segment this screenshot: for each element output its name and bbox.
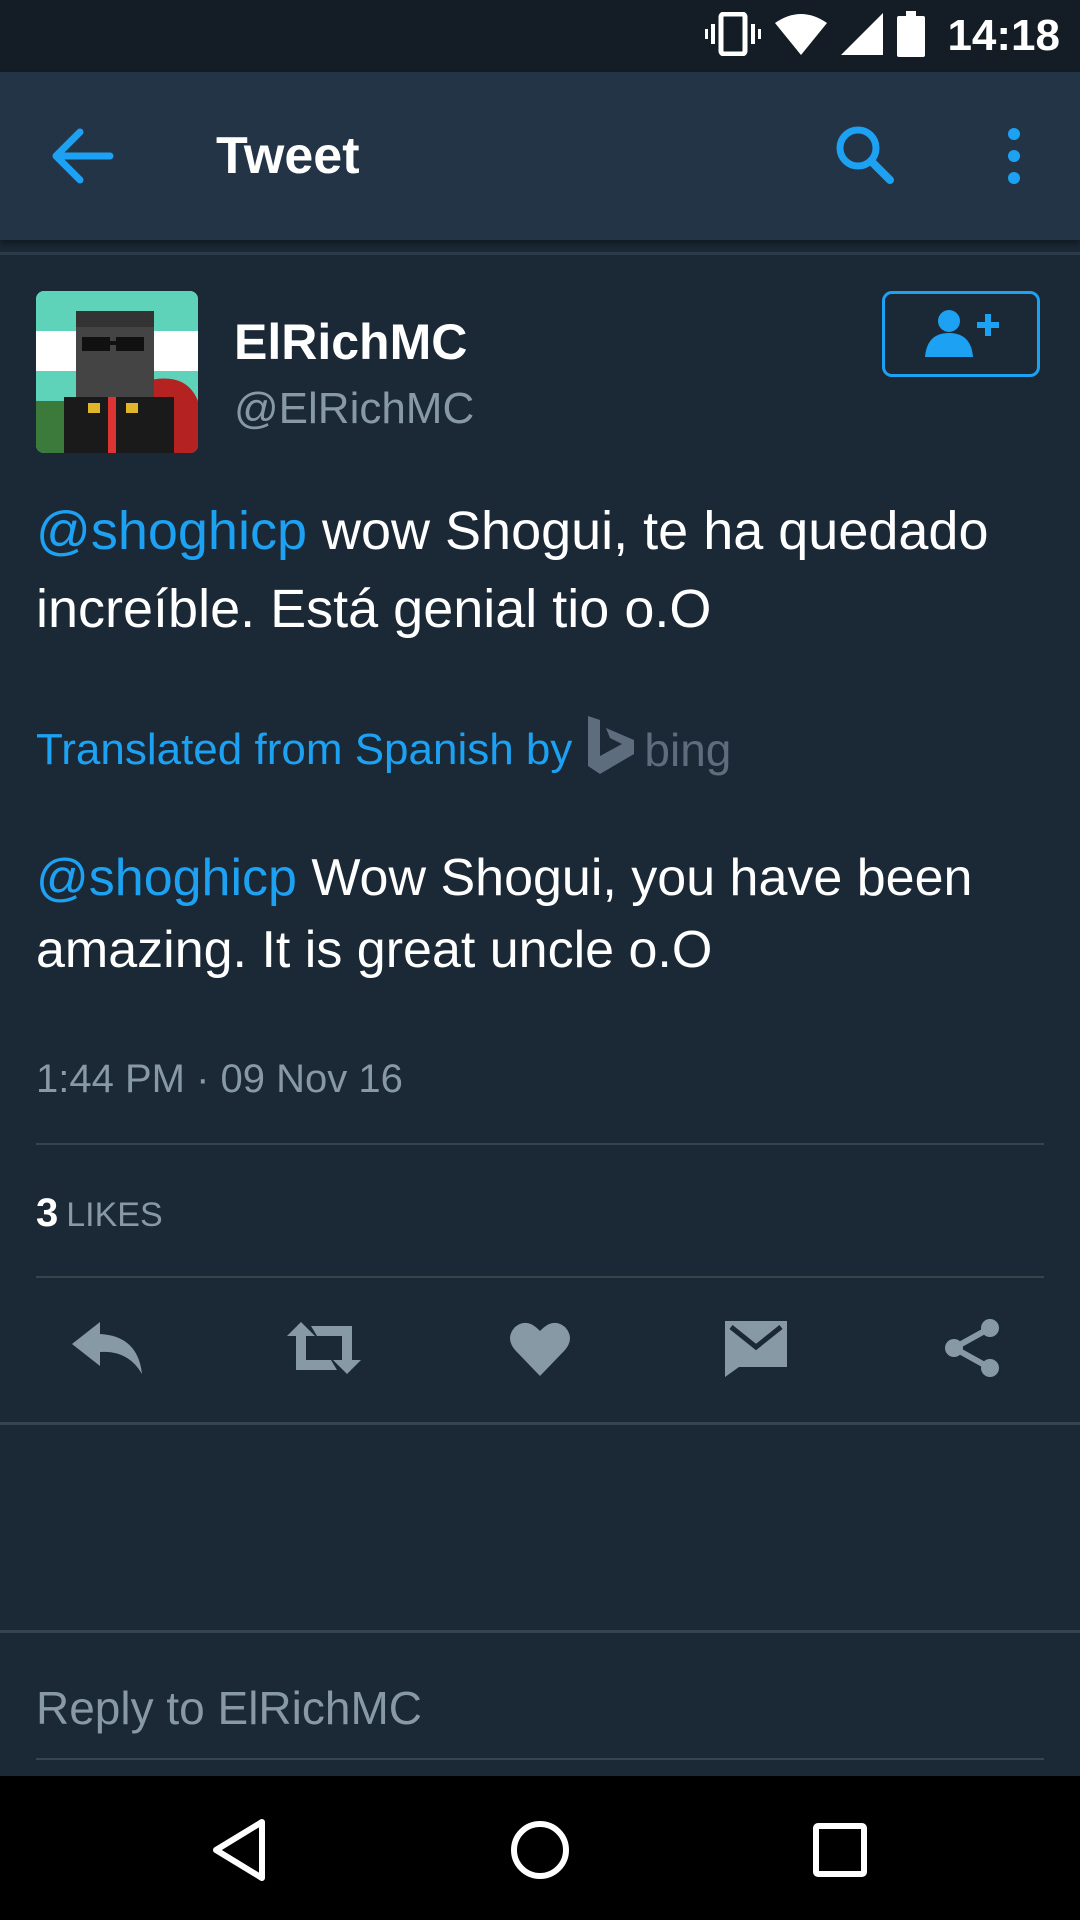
likes-label: LIKES (66, 1196, 163, 1234)
nav-recents-button[interactable] (800, 1812, 880, 1892)
signal-icon (841, 12, 884, 60)
nav-home-button[interactable] (500, 1812, 580, 1892)
follow-user-icon (921, 307, 1001, 362)
direct-message-button[interactable] (716, 1318, 796, 1382)
translation-attribution[interactable]: Translated from Spanish by bing (36, 715, 732, 785)
back-arrow-icon (48, 128, 118, 192)
share-button[interactable] (932, 1318, 1012, 1382)
more-options-button[interactable] (990, 124, 1038, 188)
share-icon (942, 1318, 1002, 1383)
mention-link[interactable]: @shoghicp (36, 501, 307, 561)
nav-back-button[interactable] (200, 1812, 280, 1892)
nav-recents-icon (812, 1822, 868, 1883)
divider (0, 1422, 1080, 1425)
battery-icon (897, 10, 926, 62)
vibrate-icon (705, 11, 762, 61)
action-bar (0, 1310, 1080, 1390)
status-bar: 14:18 (0, 0, 1080, 72)
divider (36, 1758, 1044, 1760)
direct-message-icon (725, 1319, 787, 1382)
page-title: Tweet (216, 127, 360, 185)
user-handle[interactable]: @ElRichMC (234, 382, 474, 436)
display-name[interactable]: ElRichMC (234, 312, 467, 372)
divider (36, 1143, 1044, 1145)
search-button[interactable] (830, 120, 902, 192)
timestamp: 1:44 PM · 09 Nov 16 (36, 1057, 403, 1101)
divider (0, 252, 1080, 255)
divider (36, 1276, 1044, 1278)
avatar[interactable] (36, 291, 198, 453)
likes-stat[interactable]: 3 LIKES (36, 1188, 163, 1247)
likes-count: 3 (36, 1191, 59, 1235)
reply-button[interactable] (68, 1318, 148, 1382)
reply-input[interactable]: Reply to ElRichMC (36, 1680, 422, 1736)
translated-label: Translated from Spanish by (36, 725, 573, 774)
back-button[interactable] (48, 124, 118, 188)
follow-button[interactable] (882, 291, 1040, 377)
search-icon (830, 126, 902, 196)
divider (0, 1630, 1080, 1633)
retweet-icon (283, 1320, 365, 1381)
retweet-button[interactable] (284, 1318, 364, 1382)
status-icons: 14:18 (705, 0, 1060, 72)
bing-text: bing (644, 724, 732, 776)
tweet-text: @shoghicp wow Shogui, te ha quedado incr… (36, 492, 1036, 648)
translated-text: @shoghicp Wow Shogui, you have been amaz… (36, 842, 1036, 986)
like-button[interactable] (500, 1318, 580, 1382)
status-time: 14:18 (947, 11, 1060, 60)
nav-home-icon (508, 1818, 572, 1887)
bing-logo: bing (588, 715, 732, 785)
wifi-icon (775, 13, 828, 60)
translation-mention-link[interactable]: @shoghicp (36, 849, 297, 907)
nav-back-icon (210, 1818, 270, 1887)
app-bar: Tweet (0, 72, 1080, 240)
navigation-bar (0, 1776, 1080, 1920)
like-icon (509, 1320, 571, 1381)
more-vert-icon (990, 128, 1038, 192)
reply-icon (72, 1321, 144, 1379)
bing-icon (588, 715, 635, 785)
